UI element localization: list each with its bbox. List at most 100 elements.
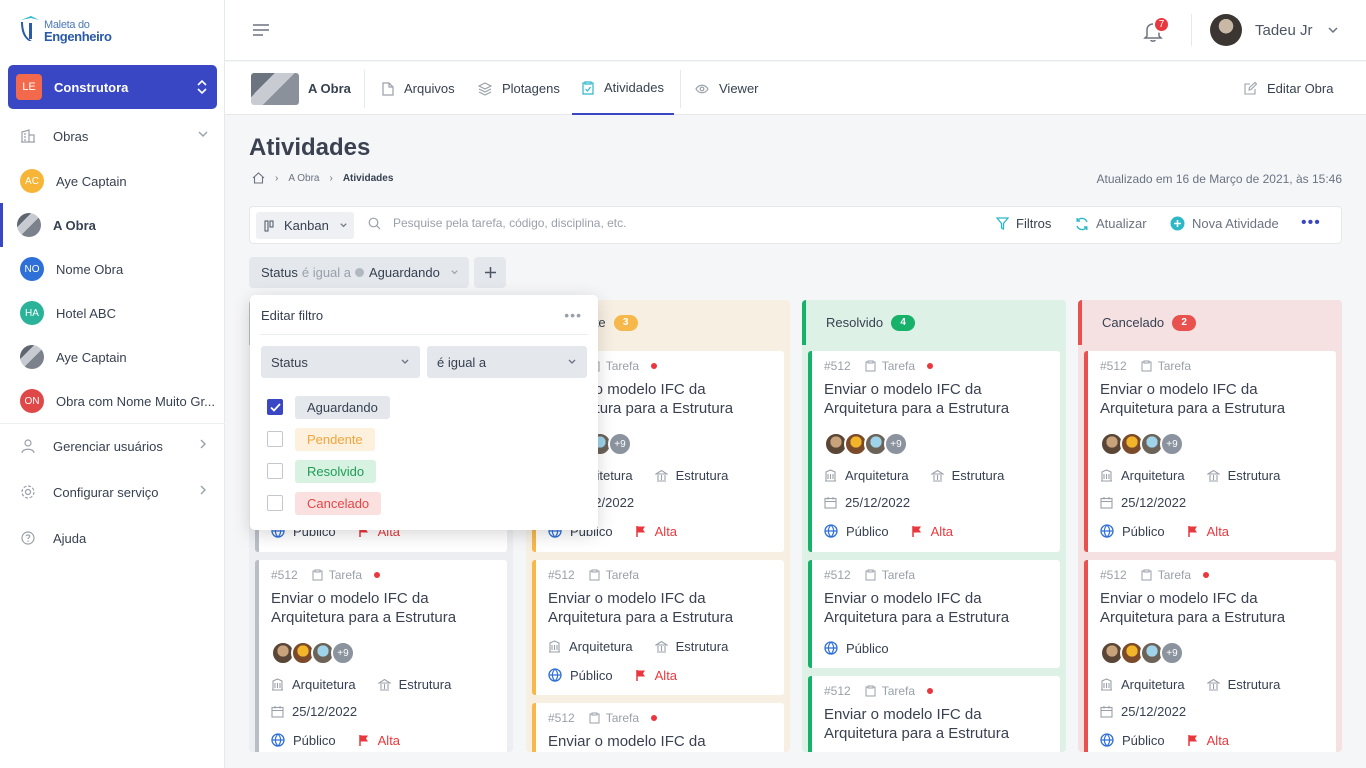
card-type: Tarefa	[865, 684, 915, 698]
user-name: Tadeu Jr	[1255, 21, 1313, 39]
sidebar-obra-item[interactable]: HA Hotel ABC	[0, 291, 225, 335]
tab-viewer[interactable]: Viewer	[695, 62, 759, 115]
search-input[interactable]: Pesquise pela tarefa, código, disciplina…	[393, 216, 626, 230]
sidebar-item-config[interactable]: Configurar serviço	[0, 470, 225, 514]
obra-avatar	[20, 345, 44, 369]
tab-divider	[364, 70, 365, 108]
activity-card[interactable]: #512 Tarefa Enviar o modelo IFC da Arquite…	[532, 703, 784, 752]
refresh-button[interactable]: Atualizar	[1075, 216, 1147, 231]
discipline-icon	[1101, 677, 1112, 691]
card-type: Tarefa	[589, 568, 639, 582]
sidebar-item-manage-users[interactable]: Gerenciar usuários	[0, 424, 225, 468]
sidebar-manage-users-label: Gerenciar usuários	[53, 438, 163, 454]
globe-icon	[824, 524, 838, 538]
more-assignees-badge: +9	[331, 641, 355, 665]
status-checkbox[interactable]	[267, 495, 283, 511]
plus-icon	[484, 267, 496, 278]
activity-card[interactable]: #512 Tarefa Enviar o modelo IFC da Arquite…	[1084, 560, 1336, 752]
breadcrumb-obra[interactable]: A Obra	[288, 173, 319, 184]
column-header[interactable]: Resolvido 4	[802, 300, 1066, 345]
activity-card[interactable]: #512 Tarefa Enviar o modelo IFC da Arquite…	[808, 560, 1060, 668]
column-title: Cancelado	[1102, 315, 1165, 330]
card-due-date: 25/12/2022	[1100, 703, 1336, 719]
status-checkbox[interactable]	[267, 399, 283, 415]
menu-icon[interactable]	[252, 23, 270, 37]
more-options-icon[interactable]: •••	[1301, 214, 1321, 232]
visibility-label: Público	[846, 523, 889, 539]
status-option[interactable]: Pendente	[267, 427, 375, 451]
page-title: Atividades	[249, 134, 371, 161]
tab-atividades[interactable]: Atividades	[572, 62, 674, 115]
edit-obra-button[interactable]: Editar Obra	[1244, 62, 1333, 115]
kanban-column-resolvido: Resolvido 4 #512 Tarefa Enviar o modelo IFC …	[802, 300, 1066, 752]
due-date: 25/12/2022	[1100, 704, 1186, 719]
status-checkbox[interactable]	[267, 431, 283, 447]
home-icon[interactable]	[252, 172, 265, 184]
assignee-avatars[interactable]: +9	[1100, 641, 1336, 665]
sidebar-obra-item[interactable]: ON Obra com Nome Muito Gr...	[0, 379, 225, 423]
card-type-label: Tarefa	[605, 711, 640, 725]
priority-label: Alta	[377, 732, 401, 748]
popover-more-icon[interactable]: •••	[564, 307, 582, 323]
card-header: #512 Tarefa	[824, 684, 1060, 698]
tab-plotagens[interactable]: Plotagens	[478, 62, 560, 115]
discipline-icon	[1101, 468, 1112, 482]
tab-arquivos[interactable]: Arquivos	[382, 62, 455, 115]
new-activity-button[interactable]: Nova Atividade	[1170, 216, 1279, 231]
discipline-label: Arquitetura	[845, 467, 909, 483]
discipline-icon	[930, 469, 944, 482]
obra-tabs: A Obra Arquivos Plotagens Atividades Vie…	[225, 62, 1366, 115]
top-bar: 7 Tadeu Jr	[225, 0, 1366, 61]
card-code: #512	[824, 684, 851, 698]
status-tag: Resolvido	[295, 459, 377, 483]
brand-logo[interactable]: Maleta do Engenheiro	[18, 14, 112, 43]
organization-switcher[interactable]: LE Construtora	[8, 65, 217, 109]
activity-card[interactable]: #512 Tarefa Enviar o modelo IFC da Arquite…	[255, 560, 507, 752]
user-menu[interactable]: Tadeu Jr	[1210, 14, 1339, 46]
sidebar-obra-item[interactable]: NO Nome Obra	[0, 247, 225, 291]
tab-plotagens-label: Plotagens	[502, 81, 560, 96]
search-field[interactable]: Pesquise pela tarefa, código, disciplina…	[368, 216, 626, 230]
sidebar-obra-item[interactable]: A Obra	[0, 203, 225, 247]
card-type-label: Tarefa	[605, 359, 640, 373]
discipline-tag: Estrutura	[1206, 468, 1280, 483]
sidebar-obra-label: A Obra	[53, 217, 96, 233]
due-date: 25/12/2022	[1100, 495, 1186, 510]
assignee-avatars[interactable]: +9	[824, 432, 1060, 456]
status-checkbox[interactable]	[267, 463, 283, 479]
filter-value: Aguardando	[369, 265, 440, 280]
globe-icon	[271, 733, 285, 747]
status-option[interactable]: Aguardando	[267, 395, 390, 419]
last-updated-text: Atualizado em 16 de Março de 2021, às 15…	[1096, 172, 1343, 186]
layers-icon	[478, 81, 492, 96]
status-option[interactable]: Cancelado	[267, 491, 382, 515]
assignee-avatars[interactable]: +9	[1100, 432, 1336, 456]
sidebar-obra-item[interactable]: Aye Captain	[0, 335, 225, 379]
visibility-tag: Público	[271, 733, 336, 748]
kanban-icon	[264, 220, 274, 231]
filters-button[interactable]: Filtros	[996, 216, 1051, 231]
activity-card[interactable]: #512 Tarefa Enviar o modelo IFC da Arquite…	[808, 351, 1060, 552]
sidebar-obra-item[interactable]: AC Aye Captain	[0, 159, 225, 203]
assignee-avatars[interactable]: +9	[271, 641, 507, 665]
sidebar-item-help[interactable]: Ajuda	[0, 516, 225, 560]
tab-obra[interactable]: A Obra	[251, 62, 351, 115]
filter-field-select[interactable]: Status	[261, 346, 420, 378]
view-mode-select[interactable]: Kanban	[256, 212, 354, 239]
column-header[interactable]: Cancelado 2	[1078, 300, 1342, 345]
activity-card[interactable]: #512 Tarefa Enviar o modelo IFC da Arquite…	[1084, 351, 1336, 552]
filter-operator-select[interactable]: é igual a	[427, 346, 587, 378]
discipline-label: Estrutura	[951, 467, 1005, 483]
card-due-date: 25/12/2022	[824, 494, 1060, 510]
activity-card[interactable]: #512 Tarefa Enviar o modelo IFC da Arquite…	[532, 560, 784, 695]
chevron-down-icon	[401, 359, 409, 364]
priority-label: Alta	[654, 667, 678, 683]
sidebar-obra-label: Aye Captain	[56, 173, 127, 189]
add-filter-button[interactable]	[474, 257, 506, 288]
active-filter-chip[interactable]: Status é igual a Aguardando	[249, 257, 469, 288]
status-option[interactable]: Resolvido	[267, 459, 377, 483]
tab-arquivos-label: Arquivos	[404, 81, 455, 96]
sidebar-obras-section[interactable]: Obras	[0, 114, 225, 158]
discipline-label: Estrutura	[675, 638, 729, 654]
activity-card[interactable]: #512 Tarefa Enviar o modelo IFC da Arquite…	[808, 676, 1060, 752]
